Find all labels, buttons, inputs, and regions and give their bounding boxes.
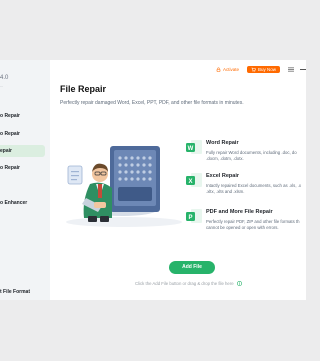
app-logo: 4.0 ... [0,74,8,90]
drop-hint: Click the Add File button or drag & drop… [135,281,242,287]
main-panel: Activate Buy Now File Repair Perfectly r… [50,60,306,300]
logo-subtitle: ... [0,83,4,88]
feature-name: Word Repair [206,140,239,146]
svg-text:W: W [188,146,194,152]
sidebar-item-video-repair[interactable]: o Repair [0,110,45,122]
buy-now-button[interactable]: Buy Now [246,65,280,73]
svg-text:P: P [188,215,192,221]
menu-icon[interactable] [288,67,294,72]
sidebar-item-label: epair [0,148,12,154]
pdf-doc-icon: P [186,209,202,223]
feature-description: Fully repair Word documents, including .… [206,150,297,161]
excel-doc-icon: X [186,173,202,187]
feature-name: Excel Repair [206,173,240,179]
sidebar-item-label: o Repair [0,113,21,119]
minimize-icon[interactable] [300,68,306,70]
add-file-button[interactable]: Add File [169,261,215,274]
buy-now-label: Buy Now [257,66,276,72]
logo-version: 4.0 [0,75,9,81]
sidebar-item-photo-repair[interactable]: o Repair [0,128,45,140]
sidebar-item-audio-repair[interactable]: o Repair [0,162,45,174]
feature-name: PDF and More File Repair [206,209,273,215]
word-doc-icon: W [186,140,202,154]
activate-label: Activate [222,66,239,72]
sidebar-item-label: o Enhancer [0,200,28,206]
sidebar: 4.0 ... o Repair o Repair epair o Repair… [0,60,50,300]
sidebar-item-label: o Repair [0,165,21,171]
page-subtitle: Perfectly repair damaged Word, Excel, PP… [60,100,244,106]
sidebar-item-label: o Repair [0,131,21,137]
feature-description: Perfectly repair PDF, ZIP and other file… [206,219,300,230]
activate-button[interactable]: Activate [216,67,239,72]
top-bar: Activate Buy Now [216,64,306,74]
sidebar-item-photo-enhancer[interactable]: o Enhancer [0,197,45,209]
lock-icon [216,66,221,72]
page-title: File Repair [60,84,107,94]
sidebar-item-file-repair[interactable]: epair [0,145,45,157]
cart-icon [251,67,256,72]
app-window: 4.0 ... o Repair o Repair epair o Repair… [0,60,306,300]
file-repair-illustration [66,146,182,227]
svg-text:X: X [188,179,192,185]
feature-description: Intactly repaired Excel documents, such … [206,183,302,194]
sidebar-footer-link[interactable]: t File Format [0,289,30,295]
info-icon [236,281,242,287]
